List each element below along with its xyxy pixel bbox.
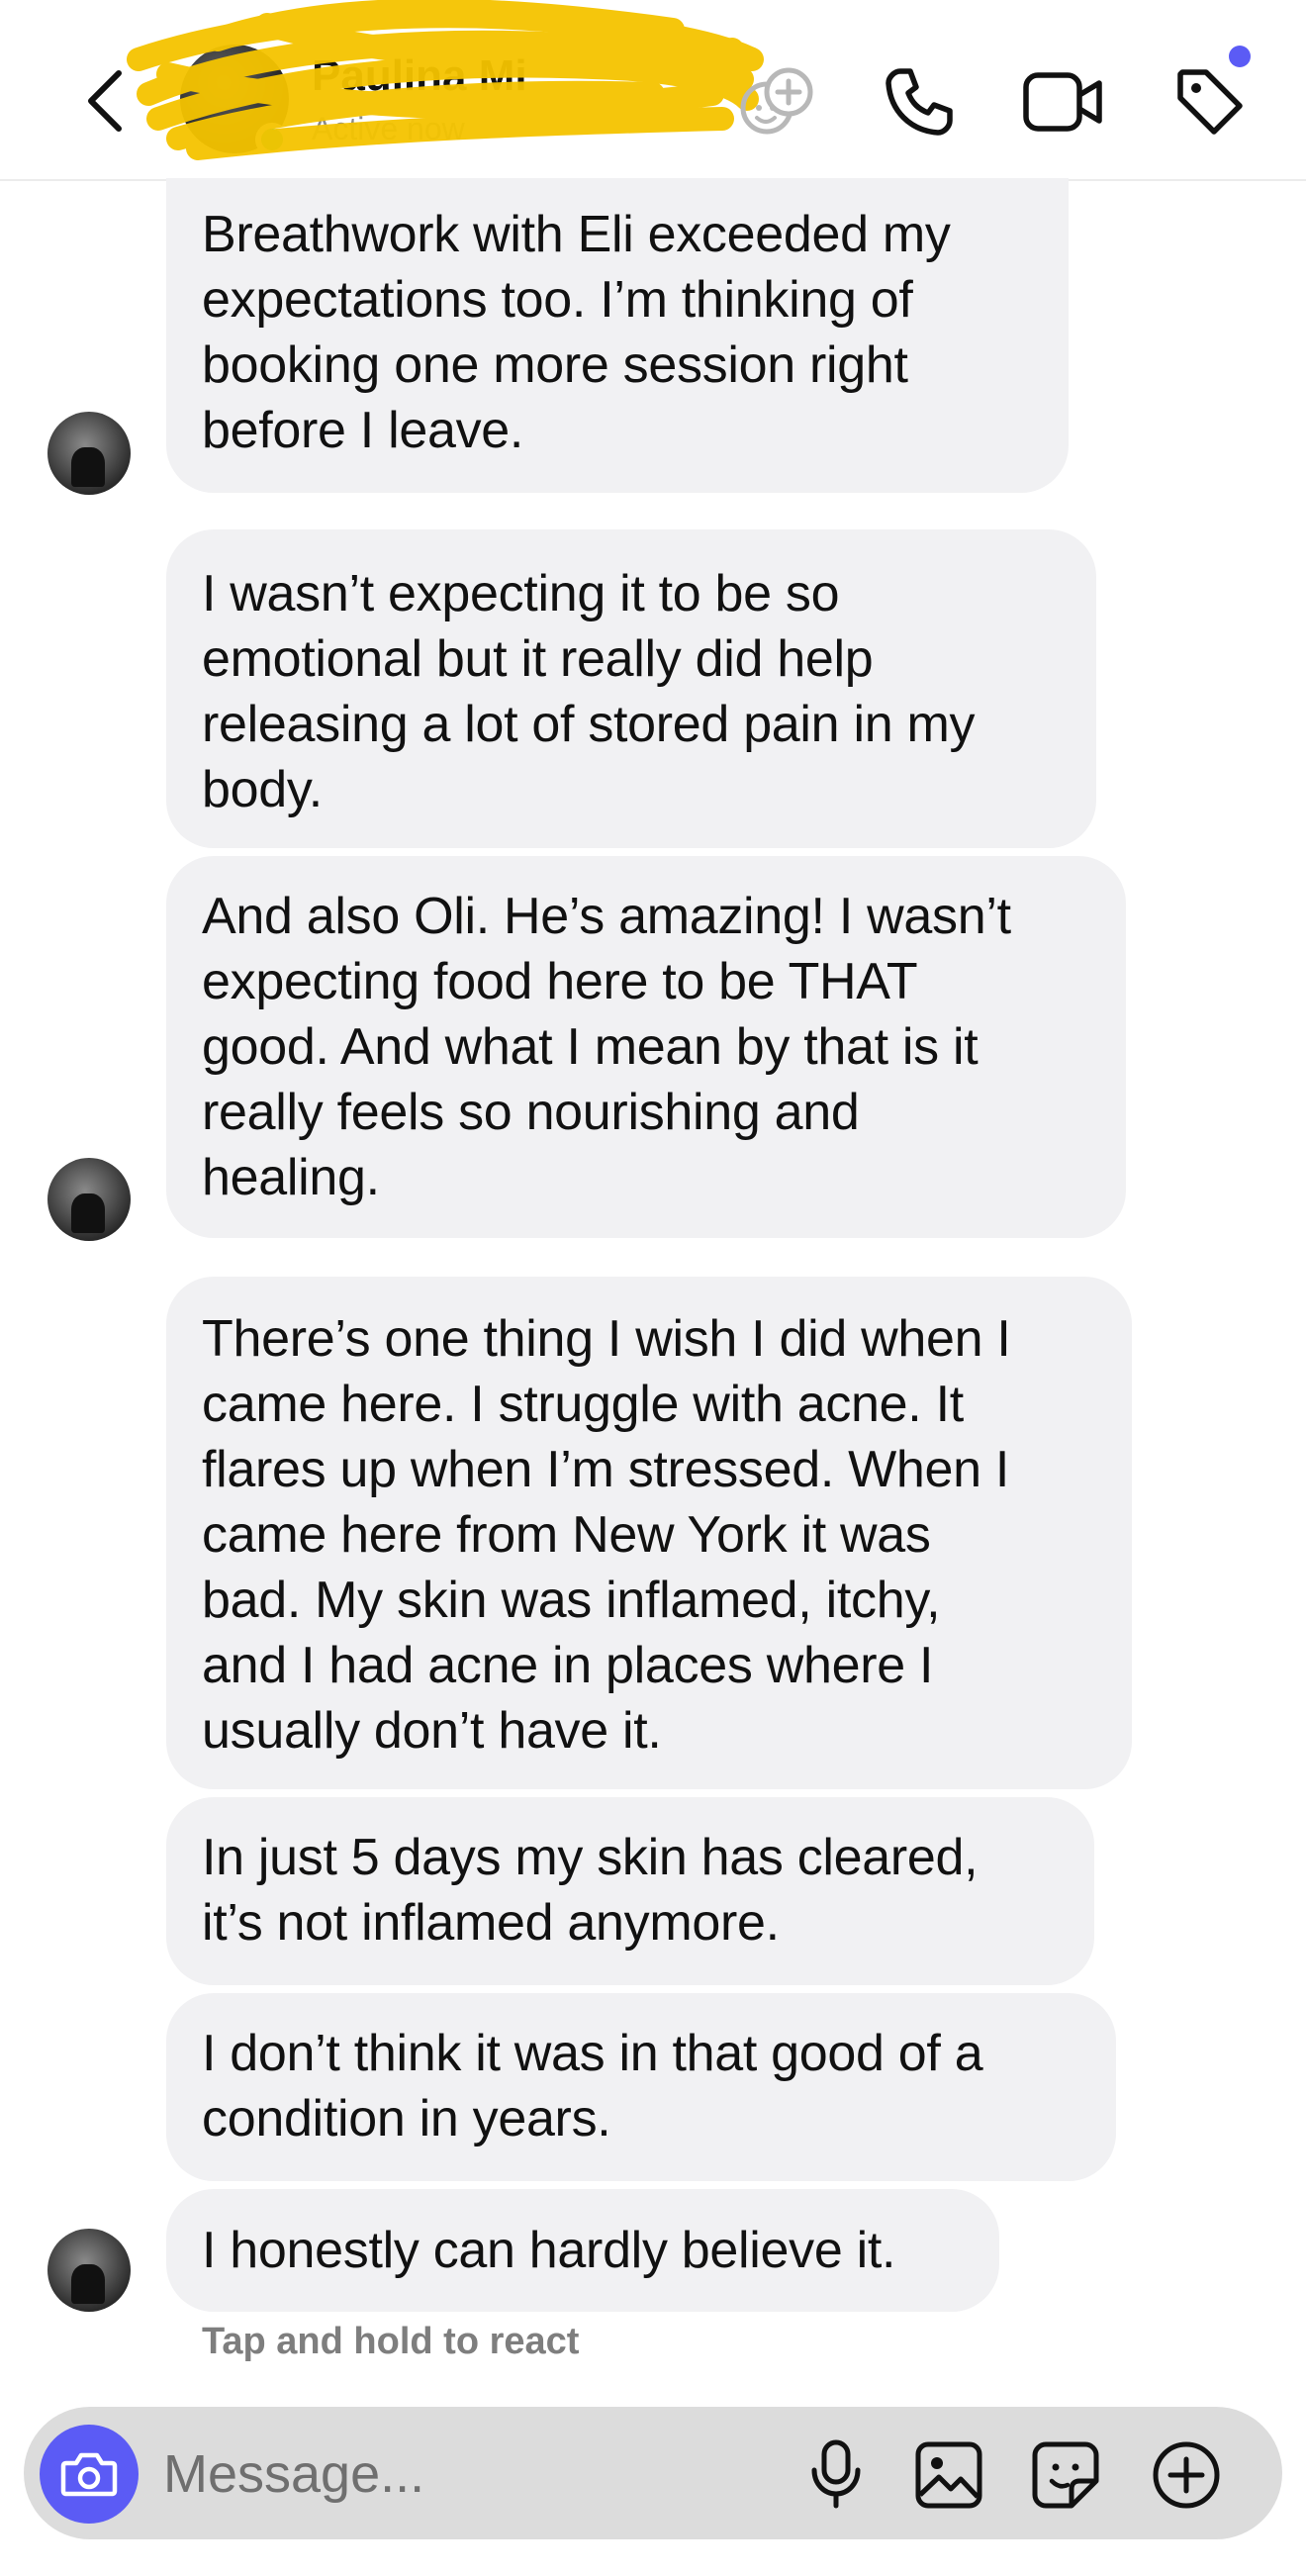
message-line: In just 5 days my skin has cleared, — [202, 1829, 979, 1886]
message-line: good. And what I mean by that is it — [202, 1018, 979, 1076]
gallery-icon — [915, 2441, 982, 2509]
call-button[interactable] — [877, 59, 962, 144]
sender-avatar[interactable] — [47, 2229, 131, 2312]
camera-icon — [60, 2452, 118, 2497]
message-bubble[interactable]: In just 5 days my skin has cleared, it’s… — [166, 1797, 1094, 1985]
sender-avatar[interactable] — [47, 1158, 131, 1241]
message-line: body. — [202, 761, 323, 818]
message-bubble[interactable]: I wasn’t expecting it to be so emotional… — [166, 529, 1096, 848]
message-line: There’s one thing I wish I did when I — [202, 1310, 1011, 1368]
message-line: healing. — [202, 1149, 380, 1206]
tag-button[interactable] — [1167, 59, 1253, 144]
message-line: really feels so nourishing and — [202, 1084, 860, 1141]
sender-avatar[interactable] — [47, 412, 131, 495]
message-bubble[interactable]: I don’t think it was in that good of a c… — [166, 1993, 1116, 2181]
message-line: condition in years. — [202, 2090, 611, 2147]
redaction-scribble — [127, 0, 764, 160]
camera-button[interactable] — [40, 2425, 139, 2524]
message-line: I don’t think it was in that good of a — [202, 2025, 983, 2082]
message-line: And also Oli. He’s amazing! I wasn’t — [202, 888, 1011, 945]
video-icon — [1023, 72, 1102, 132]
add-people-button[interactable] — [734, 59, 819, 144]
chat-header: Paulina Mi Active now — [0, 0, 1306, 181]
message-line: came here. I struggle with acne. It — [202, 1376, 964, 1433]
message-line: emotional but it really did help — [202, 630, 874, 688]
message-line: and I had acne in places where I — [202, 1637, 934, 1694]
sticker-icon — [1032, 2441, 1099, 2509]
plus-icon — [1153, 2441, 1220, 2509]
video-call-button[interactable] — [1021, 59, 1106, 144]
message-line: usually don’t have it. — [202, 1702, 662, 1760]
gallery-button[interactable] — [906, 2433, 991, 2518]
message-line: I wasn’t expecting it to be so — [202, 565, 840, 622]
message-line: I honestly can hardly believe it. — [202, 2222, 896, 2279]
microphone-icon — [811, 2439, 861, 2509]
sticker-button[interactable] — [1023, 2433, 1108, 2518]
message-line: booking one more session right — [202, 336, 908, 394]
add-people-icon — [740, 67, 813, 135]
message-line: releasing a lot of stored pain in my — [202, 696, 976, 753]
message-bubble[interactable]: Breathwork with Eli exceeded my expectat… — [166, 178, 1069, 493]
notification-badge — [1229, 46, 1251, 67]
tag-icon — [1177, 69, 1243, 135]
more-options-button[interactable] — [1144, 2433, 1229, 2518]
message-input[interactable] — [163, 2436, 757, 2512]
voice-message-button[interactable] — [793, 2433, 879, 2518]
message-bubble[interactable]: There’s one thing I wish I did when I ca… — [166, 1277, 1132, 1789]
message-line: Breathwork with Eli exceeded my — [202, 206, 951, 263]
message-bubble[interactable]: And also Oli. He’s amazing! I wasn’t exp… — [166, 856, 1126, 1238]
react-hint: Tap and hold to react — [202, 2321, 580, 2362]
message-line: it’s not inflamed anymore. — [202, 1894, 780, 1952]
message-line: came here from New York it was — [202, 1506, 931, 1564]
message-line: expectations too. I’m thinking of — [202, 271, 913, 329]
message-line: before I leave. — [202, 402, 524, 459]
message-line: bad. My skin was inflamed, itchy, — [202, 1572, 941, 1629]
message-bubble[interactable]: I honestly can hardly believe it. — [166, 2189, 999, 2312]
message-line: flares up when I’m stressed. When I — [202, 1441, 1010, 1498]
phone-icon — [886, 68, 953, 136]
message-line: expecting food here to be THAT — [202, 953, 918, 1010]
